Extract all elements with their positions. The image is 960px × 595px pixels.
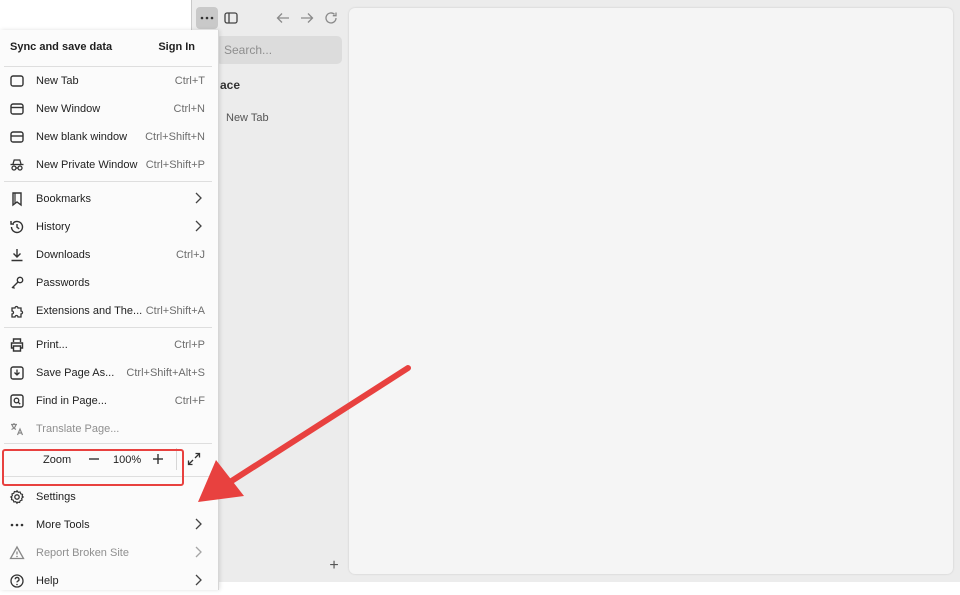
menu-item-new-private-window[interactable]: New Private Window Ctrl+Shift+P bbox=[0, 151, 218, 179]
warning-icon bbox=[9, 545, 25, 561]
chevron-right-icon bbox=[194, 220, 202, 235]
zoom-out-button[interactable] bbox=[86, 451, 102, 467]
space-label: ace bbox=[220, 78, 241, 92]
menu-separator bbox=[4, 327, 212, 328]
zoom-row: Zoom 100% bbox=[0, 444, 218, 474]
menu-item-settings[interactable]: Settings bbox=[0, 483, 218, 511]
menu-header: Sync and save data Sign In bbox=[0, 30, 218, 64]
menu-item-translate-page: Translate Page... bbox=[0, 415, 218, 443]
back-button[interactable] bbox=[272, 7, 294, 29]
menu-item-label: History bbox=[36, 221, 71, 233]
menu-item-new-blank-window[interactable]: New blank window Ctrl+Shift+N bbox=[0, 123, 218, 151]
app-menu: Sync and save data Sign In New Tab Ctrl+… bbox=[0, 30, 219, 590]
sidebar-icon bbox=[224, 12, 238, 24]
menu-item-label: Report Broken Site bbox=[36, 547, 129, 559]
menu-item-label: Find in Page... bbox=[36, 395, 107, 407]
expand-icon bbox=[187, 452, 201, 466]
page-top-strip bbox=[0, 0, 191, 31]
menu-item-shortcut: Ctrl+P bbox=[174, 339, 205, 351]
arrow-left-icon bbox=[276, 13, 289, 23]
plus-icon bbox=[153, 454, 163, 464]
menu-item-print[interactable]: Print... Ctrl+P bbox=[0, 331, 218, 359]
menu-item-label: New Private Window bbox=[36, 159, 138, 171]
menu-item-label: Settings bbox=[36, 491, 76, 503]
menu-item-new-window[interactable]: New Window Ctrl+N bbox=[0, 95, 218, 123]
arrow-right-icon bbox=[301, 13, 314, 23]
forward-button[interactable] bbox=[296, 7, 318, 29]
search-input[interactable]: Search... bbox=[216, 36, 342, 64]
menu-item-extensions[interactable]: Extensions and The... Ctrl+Shift+A bbox=[0, 297, 218, 325]
menu-item-shortcut: Ctrl+N bbox=[173, 103, 205, 115]
key-icon bbox=[9, 275, 25, 291]
browser-window: Search... ace New Tab + bbox=[191, 0, 960, 582]
menu-item-label: Passwords bbox=[36, 277, 90, 289]
menu-item-label: Translate Page... bbox=[36, 423, 120, 435]
zoom-in-button[interactable] bbox=[150, 451, 166, 467]
menu-item-shortcut: Ctrl+Shift+P bbox=[145, 159, 205, 171]
ellipsis-icon bbox=[9, 517, 25, 533]
chevron-right-icon bbox=[194, 518, 202, 533]
sync-title: Sync and save data bbox=[10, 41, 113, 53]
window-icon bbox=[9, 101, 25, 117]
chevron-right-icon bbox=[194, 546, 202, 561]
tab-icon bbox=[9, 73, 25, 89]
blank-window-icon bbox=[9, 129, 25, 145]
menu-item-shortcut: Ctrl+Shift+Alt+S bbox=[126, 367, 205, 379]
menu-item-passwords[interactable]: Passwords bbox=[0, 269, 218, 297]
add-tab-button[interactable]: + bbox=[324, 556, 344, 576]
menu-item-help[interactable]: Help bbox=[0, 567, 218, 595]
menu-item-label: Help bbox=[36, 575, 59, 587]
menu-item-label: New blank window bbox=[36, 131, 128, 143]
menu-item-bookmarks[interactable]: Bookmarks bbox=[0, 185, 218, 213]
sidebar-tab-new-tab[interactable]: New Tab bbox=[226, 112, 269, 124]
menu-item-label: Extensions and The... bbox=[36, 305, 143, 317]
menu-item-save-page[interactable]: Save Page As... Ctrl+Shift+Alt+S bbox=[0, 359, 218, 387]
history-clock-icon bbox=[9, 219, 25, 235]
menu-item-history[interactable]: History bbox=[0, 213, 218, 241]
help-icon bbox=[9, 573, 25, 589]
reload-button[interactable] bbox=[320, 7, 342, 29]
menu-item-label: Save Page As... bbox=[36, 367, 115, 379]
gear-icon bbox=[9, 489, 25, 505]
zoom-value: 100% bbox=[113, 454, 142, 466]
menu-item-label: Bookmarks bbox=[36, 193, 92, 205]
menu-item-shortcut: Ctrl+F bbox=[174, 395, 205, 407]
content-pane bbox=[349, 8, 953, 574]
ellipsis-icon bbox=[200, 16, 214, 20]
menu-item-downloads[interactable]: Downloads Ctrl+J bbox=[0, 241, 218, 269]
sign-in-button[interactable]: Sign In bbox=[158, 41, 195, 53]
more-menu-button[interactable] bbox=[196, 7, 218, 29]
menu-item-label: New Window bbox=[36, 103, 101, 115]
menu-item-label: More Tools bbox=[36, 519, 90, 531]
menu-item-label: New Tab bbox=[36, 75, 79, 87]
menu-item-label: Print... bbox=[36, 339, 68, 351]
menu-item-shortcut: Ctrl+Shift+N bbox=[145, 131, 205, 143]
chevron-right-icon bbox=[194, 192, 202, 207]
save-icon bbox=[9, 365, 25, 381]
menu-item-find-in-page[interactable]: Find in Page... Ctrl+F bbox=[0, 387, 218, 415]
download-icon bbox=[9, 247, 25, 263]
menu-item-more-tools[interactable]: More Tools bbox=[0, 511, 218, 539]
menu-separator bbox=[4, 476, 212, 477]
menu-item-label: Downloads bbox=[36, 249, 91, 261]
puzzle-icon bbox=[9, 303, 25, 319]
menu-item-new-tab[interactable]: New Tab Ctrl+T bbox=[0, 67, 218, 95]
minus-icon bbox=[89, 458, 99, 460]
private-mask-icon bbox=[9, 157, 25, 173]
bookmark-icon bbox=[9, 191, 25, 207]
sidebar-toggle-button[interactable] bbox=[220, 7, 242, 29]
reload-icon bbox=[325, 12, 337, 24]
menu-item-shortcut: Ctrl+J bbox=[175, 249, 205, 261]
zoom-divider bbox=[176, 448, 177, 470]
menu-item-shortcut: Ctrl+T bbox=[174, 75, 205, 87]
find-icon bbox=[9, 393, 25, 409]
menu-item-shortcut: Ctrl+Shift+A bbox=[145, 305, 205, 317]
menu-separator bbox=[4, 181, 212, 182]
fullscreen-button[interactable] bbox=[186, 451, 202, 467]
zoom-label: Zoom bbox=[43, 454, 72, 466]
menu-item-report-broken-site: Report Broken Site bbox=[0, 539, 218, 567]
translate-icon bbox=[9, 421, 25, 437]
printer-icon bbox=[9, 337, 25, 353]
